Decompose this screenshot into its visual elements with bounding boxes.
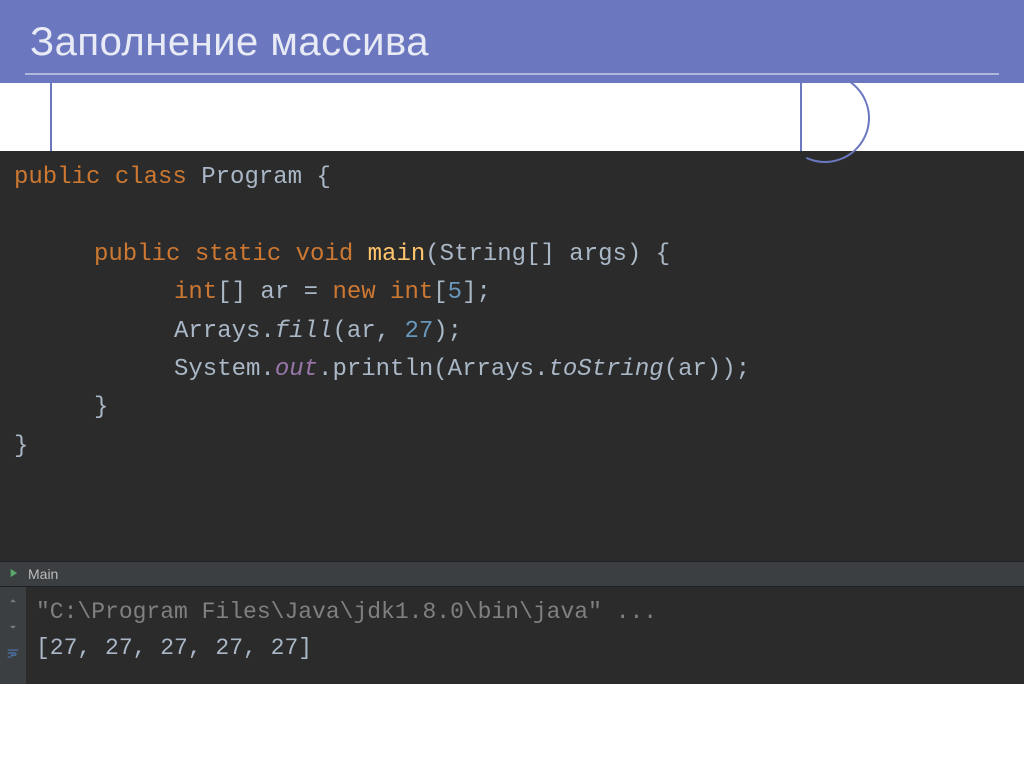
- wrap-icon[interactable]: [5, 645, 21, 661]
- slide-decoration: [0, 83, 1024, 151]
- arrow-up-icon[interactable]: [5, 593, 21, 609]
- code-blank-line: [14, 197, 1010, 235]
- slide-title: Заполнение массива: [30, 20, 994, 65]
- console-gutter: [0, 587, 26, 684]
- code-text: Program {: [187, 164, 331, 191]
- method-call: toString: [548, 356, 663, 383]
- run-config-label: Main: [28, 566, 58, 582]
- code-text: (ar,: [332, 318, 404, 345]
- number-literal: 5: [448, 279, 462, 306]
- keyword: int: [174, 279, 217, 306]
- code-editor[interactable]: public class Program { public static voi…: [0, 151, 1024, 561]
- method-call: fill: [275, 318, 333, 345]
- code-line: }: [14, 428, 1010, 466]
- code-text: [] ar =: [217, 279, 332, 306]
- code-text: .println(Arrays.: [318, 356, 548, 383]
- keyword: public static void: [94, 241, 368, 268]
- number-literal: 27: [404, 318, 433, 345]
- code-text: System.: [174, 356, 275, 383]
- console-result: [27, 27, 27, 27, 27]: [36, 631, 1010, 667]
- code-text: }: [94, 394, 108, 421]
- code-text: (String[] args) {: [425, 241, 670, 268]
- code-text: [: [433, 279, 447, 306]
- run-config-bar[interactable]: Main: [0, 561, 1024, 587]
- code-line: public class Program {: [14, 159, 1010, 197]
- run-icon: [6, 566, 20, 580]
- arrow-down-icon[interactable]: [5, 619, 21, 635]
- code-line: int[] ar = new int[5];: [14, 274, 1010, 312]
- code-text: (ar));: [664, 356, 750, 383]
- code-line: Arrays.fill(ar, 27);: [14, 313, 1010, 351]
- title-underline: [25, 73, 999, 75]
- code-text: );: [433, 318, 462, 345]
- keyword: new int: [332, 279, 433, 306]
- keyword: public class: [14, 164, 187, 191]
- code-line: System.out.println(Arrays.toString(ar));: [14, 351, 1010, 389]
- console-panel: "C:\Program Files\Java\jdk1.8.0\bin\java…: [0, 587, 1024, 684]
- console-command: "C:\Program Files\Java\jdk1.8.0\bin\java…: [36, 595, 1010, 631]
- code-text: ];: [462, 279, 491, 306]
- method-name: main: [368, 241, 426, 268]
- slide-header: Заполнение массива: [0, 0, 1024, 83]
- code-text: }: [14, 433, 28, 460]
- code-line: public static void main(String[] args) {: [14, 236, 1010, 274]
- code-text: Arrays.: [174, 318, 275, 345]
- console-output[interactable]: "C:\Program Files\Java\jdk1.8.0\bin\java…: [26, 587, 1024, 684]
- field-ref: out: [275, 356, 318, 383]
- code-line: }: [14, 389, 1010, 427]
